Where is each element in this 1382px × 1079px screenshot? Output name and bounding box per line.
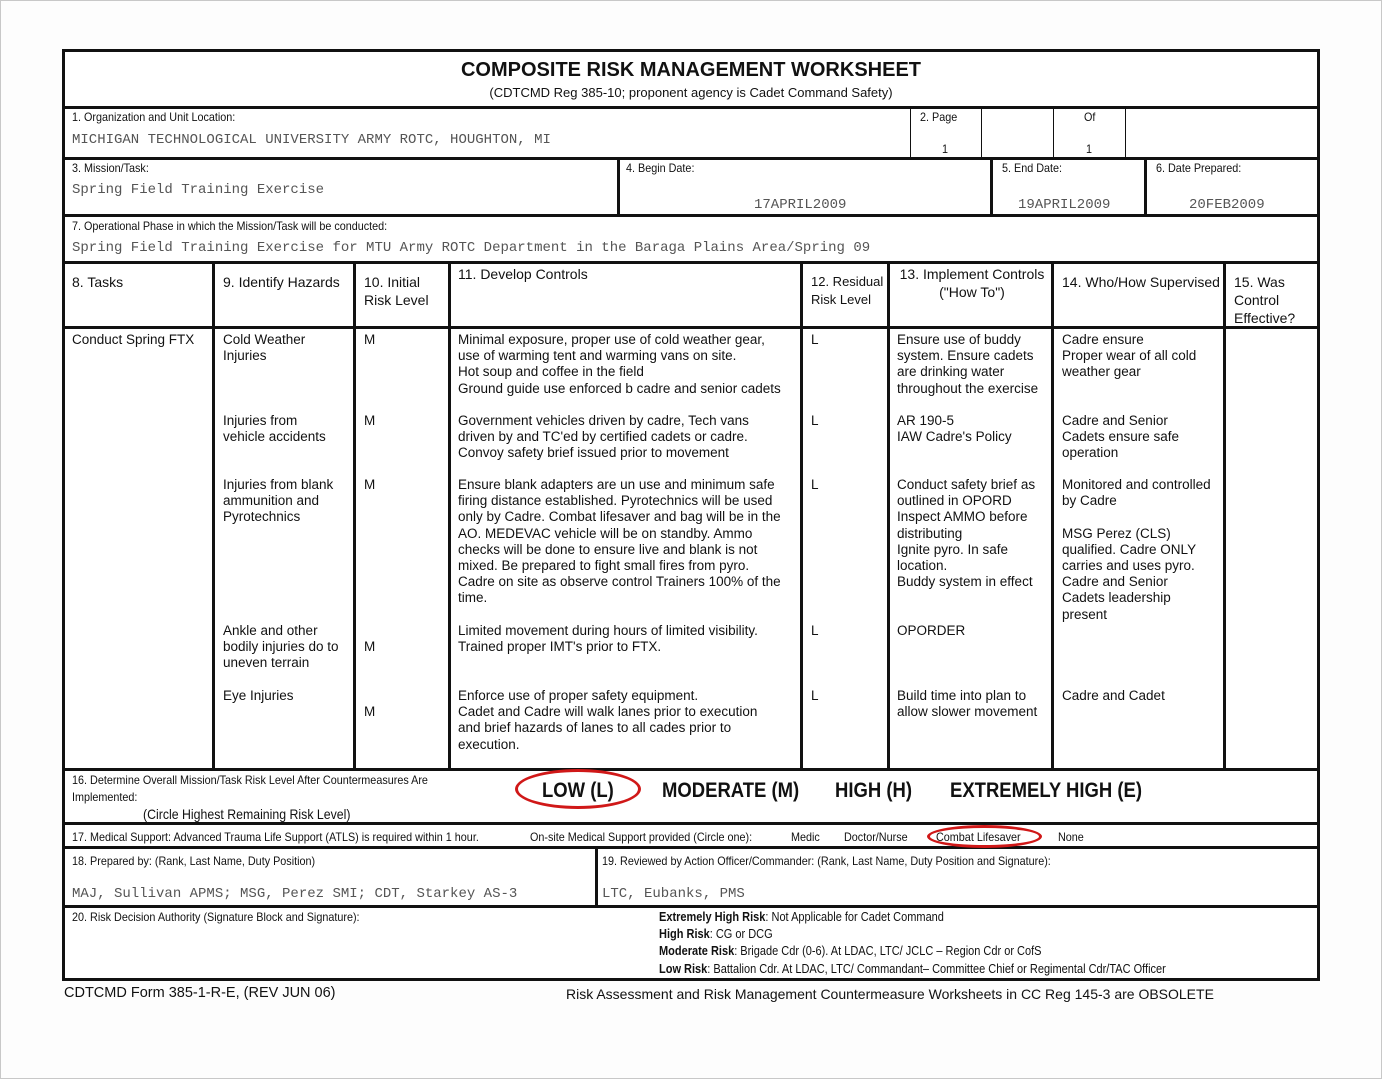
residual-risk-cell: L: [811, 413, 819, 428]
hazard-cell: Injuries from vehicle accidents: [223, 413, 326, 445]
controls-cell: Limited movement during hours of limited…: [458, 623, 758, 655]
end-date-label: 5. End Date:: [1002, 161, 1063, 175]
form-title: COMPOSITE RISK MANAGEMENT WORKSHEET: [460, 59, 921, 81]
hazard-cell: Injuries from blank ammunition and Pyrot…: [223, 477, 334, 525]
initial-risk-cell: M: [364, 704, 376, 719]
supervised-cell: Cadre and Cadet: [1062, 688, 1165, 703]
task-cell: Conduct Spring FTX: [72, 332, 195, 347]
phase-value[interactable]: Spring Field Training Exercise for MTU A…: [72, 240, 870, 256]
header-residual-risk: 12. Residual Risk Level: [811, 274, 884, 307]
residual-risk-cell: L: [811, 623, 819, 638]
residual-risk-cell: L: [811, 332, 819, 347]
onsite-support-label: On-site Medical Support provided (Circle…: [530, 830, 753, 844]
controls-cell: Minimal exposure, proper use of cold wea…: [458, 332, 781, 396]
header-develop-controls: 11. Develop Controls: [458, 266, 588, 282]
header-tasks: 8. Tasks: [72, 274, 124, 290]
supervised-cell: Cadre and Senior Cadets ensure safe oper…: [1062, 413, 1180, 461]
residual-risk-cell: L: [811, 688, 819, 703]
divider: [65, 106, 1317, 109]
mission-label: 3. Mission/Task:: [72, 161, 149, 175]
medical-option-medic[interactable]: Medic: [791, 830, 820, 844]
risk-option-high[interactable]: HIGH (H): [835, 779, 912, 803]
reviewed-by-label: 19. Reviewed by Action Officer/Commander…: [602, 854, 1051, 868]
initial-risk-cell: M: [364, 332, 376, 347]
supervised-cell: Cadre ensure Proper wear of all cold wea…: [1062, 332, 1197, 380]
risk-option-extremely-high[interactable]: EXTREMELY HIGH (E): [950, 779, 1142, 803]
controls-cell: Enforce use of proper safety equipment. …: [458, 688, 758, 752]
header-who-supervised: 14. Who/How Supervised: [1062, 274, 1220, 290]
implement-cell: AR 190-5 IAW Cadre's Policy: [897, 413, 1012, 445]
reviewed-by-value[interactable]: LTC, Eubanks, PMS: [602, 886, 745, 902]
medical-option-doctor-nurse[interactable]: Doctor/Nurse: [844, 830, 908, 844]
divider: [65, 822, 1317, 825]
org-value[interactable]: MICHIGAN TECHNOLOGICAL UNIVERSITY ARMY R…: [72, 132, 551, 148]
supervised-cell: Monitored and controlled by Cadre MSG Pe…: [1062, 477, 1211, 622]
divider: [65, 326, 1317, 329]
overall-risk-instruction: (Circle Highest Remaining Risk Level): [143, 806, 351, 822]
obsolete-note: Risk Assessment and Risk Management Coun…: [566, 986, 1214, 1002]
divider: [65, 768, 1317, 771]
begin-date-label: 4. Begin Date:: [626, 161, 695, 175]
form-subtitle: (CDTCMD Reg 385-10; proponent agency is …: [489, 85, 893, 100]
authority-extremely-high: Extremely High Risk: Not Applicable for …: [659, 910, 944, 924]
initial-risk-cell: M: [364, 413, 376, 428]
residual-risk-cell: L: [811, 477, 819, 492]
medical-option-none[interactable]: None: [1058, 830, 1084, 844]
of-label: Of: [1084, 110, 1096, 124]
page-number[interactable]: 1: [942, 142, 948, 156]
begin-date-value[interactable]: 17APRIL2009: [754, 197, 846, 213]
header-implement-controls: 13. Implement Controls ("How To"): [899, 266, 1045, 300]
page-label: 2. Page: [920, 110, 958, 124]
overall-risk-label: 16. Determine Overall Mission/Task Risk …: [72, 773, 428, 787]
header-control-effective: 15. Was Control Effective?: [1234, 274, 1296, 326]
divider: [65, 214, 1317, 217]
phase-label: 7. Operational Phase in which the Missio…: [72, 219, 388, 233]
overall-risk-label-2: Implemented:: [72, 790, 138, 804]
header-initial-risk: 10. Initial Risk Level: [364, 274, 429, 308]
of-number[interactable]: 1: [1086, 142, 1092, 156]
prepared-by-value[interactable]: MAJ, Sullivan APMS; MSG, Perez SMI; CDT,…: [72, 886, 517, 902]
initial-risk-cell: M: [364, 639, 376, 654]
divider: [65, 157, 1317, 160]
end-date-value[interactable]: 19APRIL2009: [1018, 197, 1110, 213]
risk-authority-label: 20. Risk Decision Authority (Signature B…: [72, 910, 360, 924]
authority-high: High Risk: CG or DCG: [659, 927, 773, 941]
worksheet-form: COMPOSITE RISK MANAGEMENT WORKSHEET (CDT…: [62, 49, 1320, 981]
initial-risk-cell: M: [364, 477, 376, 492]
org-label: 1. Organization and Unit Location:: [72, 110, 236, 124]
implement-cell: Conduct safety brief as outlined in OPOR…: [897, 477, 1036, 590]
authority-moderate: Moderate Risk: Brigade Cdr (0-6). At LDA…: [659, 944, 1042, 958]
hazard-cell: Ankle and other bodily injuries do to un…: [223, 623, 339, 671]
controls-cell: Government vehicles driven by cadre, Tec…: [458, 413, 749, 461]
authority-low: Low Risk: Battalion Cdr. At LDAC, LTC/ C…: [659, 962, 1166, 976]
form-id: CDTCMD Form 385-1-R-E, (REV JUN 06): [64, 985, 336, 1001]
mission-value[interactable]: Spring Field Training Exercise: [72, 182, 324, 198]
controls-cell: Ensure blank adapters are un use and min…: [458, 477, 781, 606]
implement-cell: Ensure use of buddy system. Ensure cadet…: [897, 332, 1039, 396]
hazard-cell: Cold Weather Injuries: [223, 332, 306, 364]
medical-support-label: 17. Medical Support: Advanced Trauma Lif…: [72, 830, 479, 844]
date-prepared-label: 6. Date Prepared:: [1156, 161, 1242, 175]
prepared-by-label: 18. Prepared by: (Rank, Last Name, Duty …: [72, 854, 316, 868]
divider: [65, 905, 1317, 908]
implement-cell: OPORDER: [897, 623, 966, 638]
implement-cell: Build time into plan to allow slower mov…: [897, 688, 1038, 720]
selected-circle-combat-lifesaver: [927, 825, 1042, 848]
divider: [65, 846, 1317, 849]
header-hazards: 9. Identify Hazards: [223, 274, 340, 290]
divider: [65, 261, 1317, 264]
selected-circle-low: [515, 769, 641, 809]
hazard-cell: Eye Injuries: [223, 688, 294, 703]
risk-option-moderate[interactable]: MODERATE (M): [662, 779, 799, 803]
date-prepared-value[interactable]: 20FEB2009: [1189, 197, 1265, 213]
